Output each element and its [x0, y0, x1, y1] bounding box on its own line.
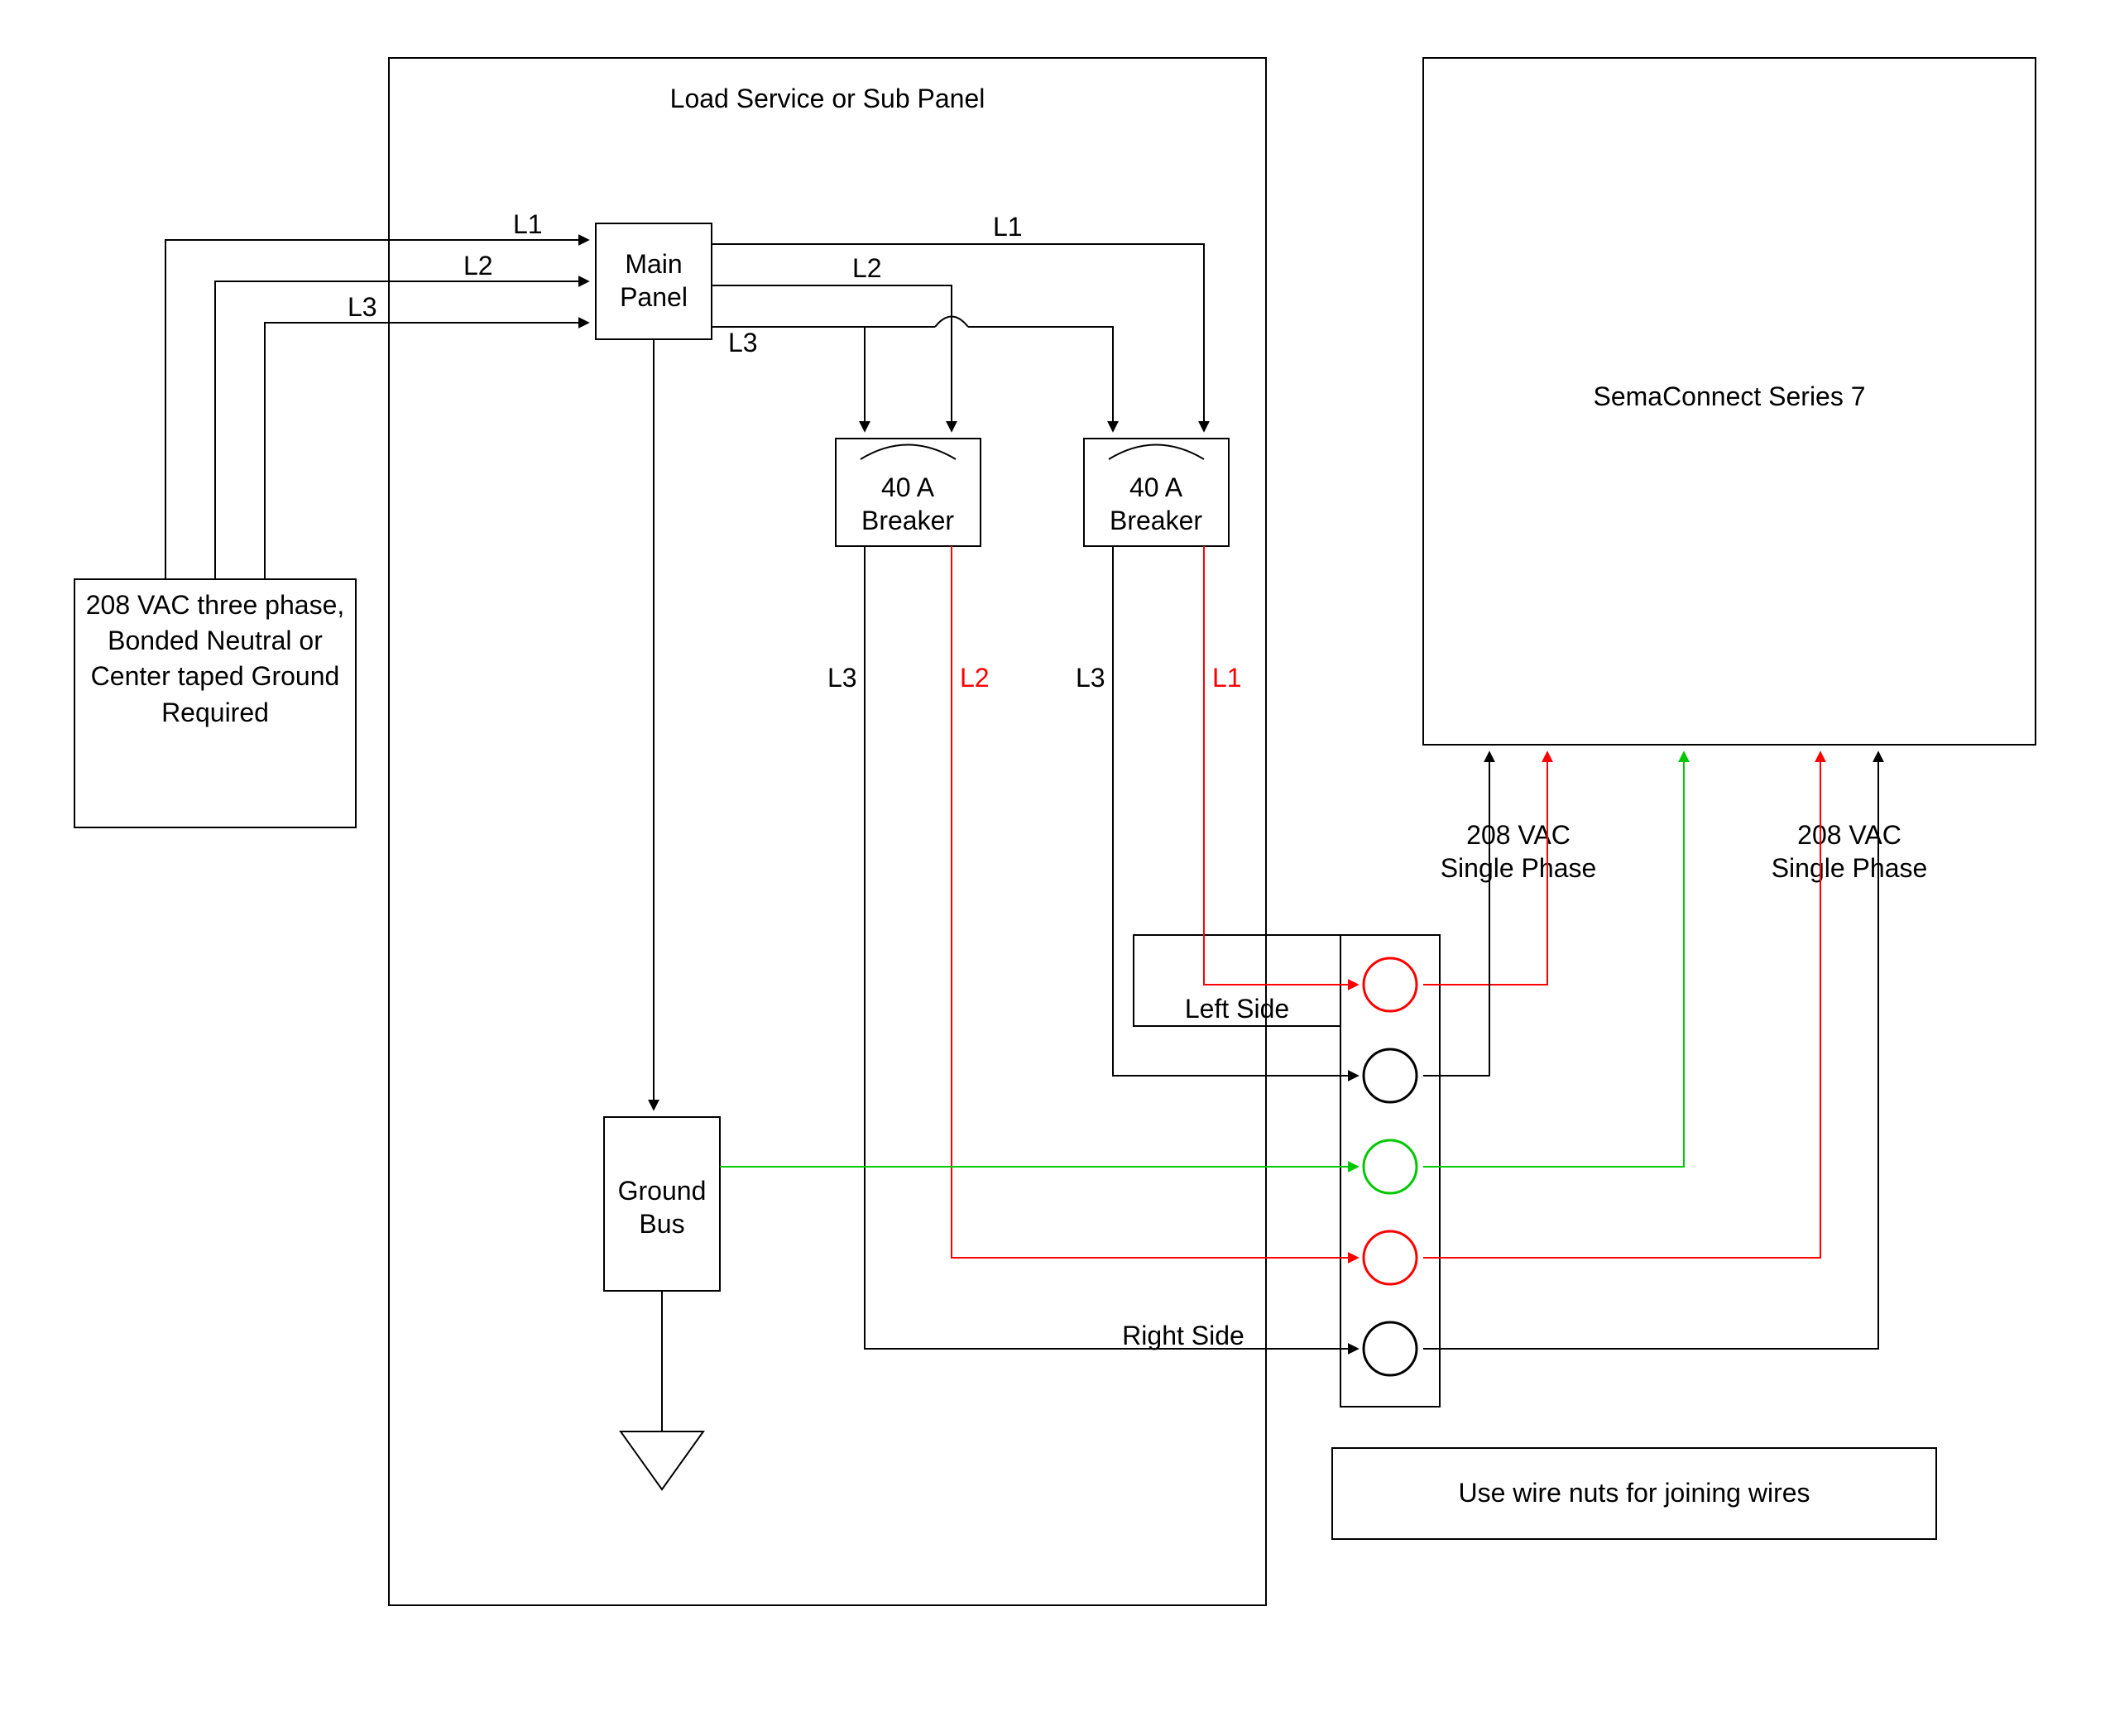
- spB-line1: 208 VAC: [1797, 820, 1901, 850]
- wire-src-L3: [265, 323, 587, 579]
- wire-t3-to-sema-green: [1423, 753, 1684, 1167]
- lbl-bA-L3: L3: [827, 663, 857, 693]
- term-2-left-black: [1364, 1049, 1417, 1102]
- lbl-src-L3: L3: [348, 292, 377, 322]
- lbl-bB-L1: L1: [1212, 663, 1242, 693]
- breaker-a-line1: 40 A: [881, 472, 935, 502]
- source-label: 208 VAC three phase, Bonded Neutral or C…: [86, 590, 345, 727]
- breaker-a-arc: [861, 445, 956, 460]
- main-panel-label-1: Main: [625, 249, 682, 279]
- wire-src-L1: [165, 240, 587, 579]
- lbl-mp-L3: L3: [728, 328, 758, 357]
- lbl-mp-L2: L2: [852, 253, 882, 283]
- sub-panel-box: [389, 58, 1266, 1605]
- ground-symbol: [621, 1431, 703, 1489]
- main-panel-box: [596, 223, 712, 339]
- spA-line2: Single Phase: [1441, 853, 1597, 883]
- term-5-right-black: [1364, 1322, 1417, 1375]
- breaker-b-arc: [1109, 445, 1204, 460]
- term-4-right-red: [1364, 1231, 1417, 1284]
- wire-t2-to-semaA-blk: [1423, 753, 1489, 1076]
- terminal-column: [1340, 935, 1440, 1407]
- wire-src-L2: [215, 281, 587, 579]
- wire-mp-L1: [712, 244, 1204, 430]
- left-side-label: Left Side: [1185, 994, 1289, 1024]
- wire-bA-L2-to-t4: [952, 687, 1357, 1258]
- breaker-a-line2: Breaker: [861, 506, 954, 535]
- lbl-mp-L1: L1: [993, 212, 1023, 242]
- footer-label: Use wire nuts for joining wires: [1458, 1478, 1810, 1508]
- sema-title: SemaConnect Series 7: [1593, 381, 1865, 411]
- wire-mp-L3-b2: [968, 327, 1113, 430]
- term-1-left-red: [1364, 958, 1417, 1011]
- spA-line1: 208 VAC: [1466, 820, 1571, 850]
- term-3-ground: [1364, 1140, 1417, 1193]
- lbl-src-L2: L2: [463, 251, 493, 281]
- lbl-bB-L3: L3: [1076, 663, 1105, 693]
- lbl-src-L1: L1: [513, 209, 543, 239]
- wire-mp-L2: [712, 285, 952, 430]
- wiring-diagram: Load Service or Sub Panel 208 VAC three …: [0, 0, 2110, 1736]
- main-panel-label-2: Panel: [620, 282, 688, 312]
- breaker-b-line1: 40 A: [1129, 472, 1183, 502]
- lbl-bA-L2: L2: [960, 663, 990, 693]
- sub-panel-title: Load Service or Sub Panel: [670, 84, 985, 113]
- wire-bB-L1-to-t1: [1204, 687, 1357, 985]
- spB-line2: Single Phase: [1772, 853, 1928, 883]
- breaker-b-line2: Breaker: [1110, 506, 1202, 535]
- right-side-label: Right Side: [1122, 1321, 1244, 1350]
- ground-bus-line2: Bus: [639, 1209, 684, 1239]
- ground-bus-line1: Ground: [618, 1176, 707, 1206]
